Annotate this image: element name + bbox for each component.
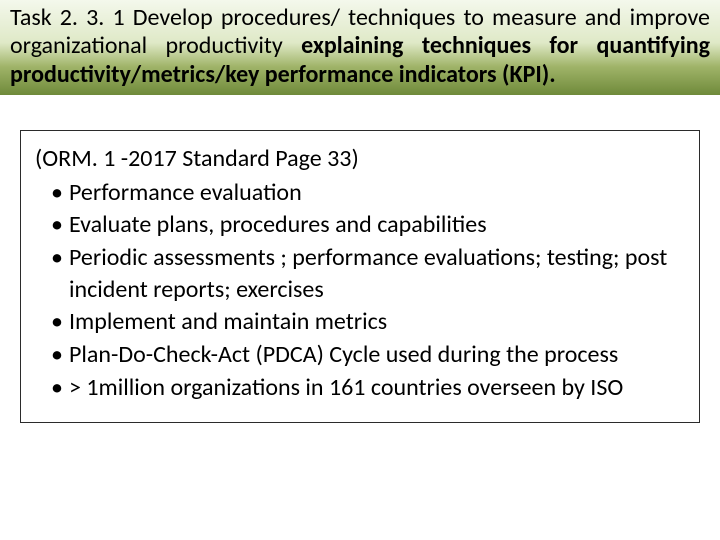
list-item: Evaluate plans, procedures and capabilit… bbox=[35, 209, 685, 241]
list-item: > 1million organizations in 161 countrie… bbox=[35, 372, 685, 404]
list-item: Plan-Do-Check-Act (PDCA) Cycle used duri… bbox=[35, 339, 685, 371]
list-item: Periodic assessments ; performance evalu… bbox=[35, 242, 685, 305]
standard-reference: (ORM. 1 -2017 Standard Page 33) bbox=[35, 143, 685, 175]
content-box: (ORM. 1 -2017 Standard Page 33) Performa… bbox=[20, 130, 700, 423]
list-item: Performance evaluation bbox=[35, 177, 685, 209]
bullet-list: Performance evaluation Evaluate plans, p… bbox=[35, 177, 685, 404]
list-item: Implement and maintain metrics bbox=[35, 306, 685, 338]
slide-title: Task 2. 3. 1 Develop procedures/ techniq… bbox=[0, 0, 720, 95]
slide: Task 2. 3. 1 Develop procedures/ techniq… bbox=[0, 0, 720, 540]
